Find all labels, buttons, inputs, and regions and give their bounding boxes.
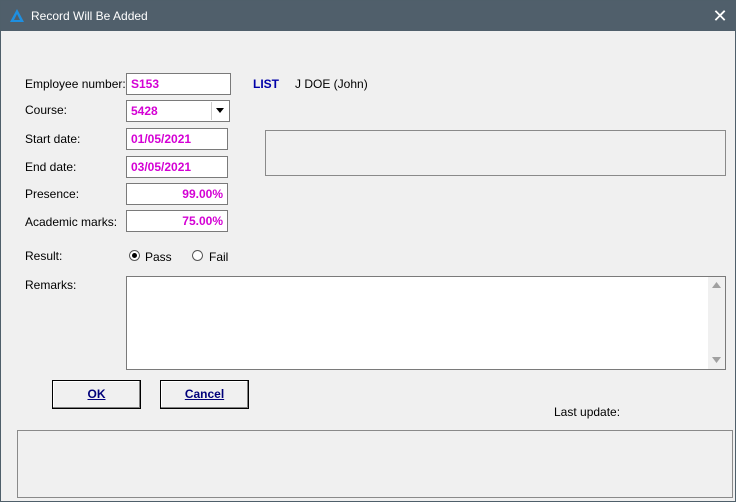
fail-label[interactable]: Fail — [209, 250, 228, 264]
app-logo-icon — [10, 9, 24, 22]
presence-field[interactable]: 99.00% — [126, 183, 228, 205]
remarks-label: Remarks: — [25, 278, 77, 292]
employee-number-field[interactable]: S153 — [126, 73, 231, 95]
presence-label: Presence: — [25, 187, 80, 201]
scroll-up-icon[interactable] — [712, 282, 721, 288]
employee-number-label: Employee number: — [25, 77, 126, 91]
start-date-label: Start date: — [25, 132, 81, 146]
academic-marks-label: Academic marks: — [25, 215, 118, 229]
end-date-field[interactable]: 03/05/2021 — [126, 156, 228, 178]
ok-button[interactable]: OK — [52, 380, 141, 409]
last-update-label: Last update: — [554, 405, 621, 419]
course-value: 5428 — [131, 104, 158, 118]
title-bar[interactable]: Record Will Be Added ✕ — [1, 1, 735, 31]
dialog-window: Record Will Be Added ✕ Employee number: … — [0, 0, 736, 502]
status-panel — [17, 430, 733, 498]
info-panel — [265, 130, 726, 176]
result-label: Result: — [25, 249, 63, 263]
list-link[interactable]: LIST — [253, 77, 279, 91]
academic-marks-field[interactable]: 75.00% — [126, 210, 228, 232]
scroll-down-icon[interactable] — [712, 357, 721, 363]
radio-selected-dot — [132, 253, 137, 258]
pass-radio[interactable] — [129, 250, 140, 261]
cancel-button[interactable]: Cancel — [160, 380, 249, 409]
window-title: Record Will Be Added — [31, 9, 148, 23]
pass-label[interactable]: Pass — [145, 250, 172, 264]
close-icon[interactable]: ✕ — [705, 1, 735, 31]
employee-name: J DOE (John) — [295, 77, 368, 91]
course-select[interactable]: 5428 — [126, 100, 230, 122]
remarks-scrollbar[interactable] — [708, 277, 725, 369]
fail-radio[interactable] — [192, 250, 203, 261]
course-label: Course: — [25, 103, 68, 117]
end-date-label: End date: — [25, 160, 77, 174]
start-date-field[interactable]: 01/05/2021 — [126, 128, 228, 150]
remarks-textarea[interactable] — [126, 276, 726, 370]
chevron-down-icon[interactable] — [211, 102, 228, 120]
